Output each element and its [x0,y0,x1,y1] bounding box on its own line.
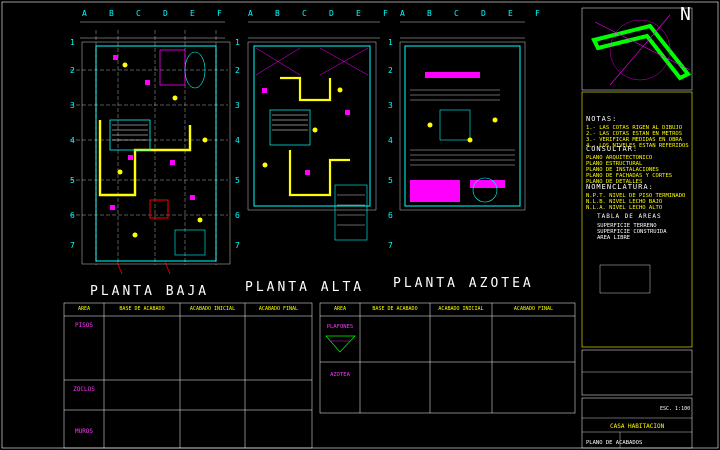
sheet-name: PLANO DE ACABADOS [586,440,643,446]
grid-number-bubble: 7 [235,241,240,250]
roof-plan-title: PLANTA AZOTEA [393,276,534,291]
grid-number-bubble: 7 [388,241,393,250]
ground-floor-plan [70,30,231,275]
grid-number-bubble: 6 [235,211,240,220]
grid-number-bubble: 2 [388,66,393,75]
notes-heading: NOTAS: [586,115,618,123]
grid-letter-bubble: B [275,9,280,18]
table-header-final: ACABADO FINAL [258,306,299,312]
grid-letter-bubble: B [109,9,114,18]
grid-letter-bubble: F [217,9,222,18]
table-header-area: AREA [77,306,91,312]
nomenclature-list: N.P.T. NIVEL DE PISO TERMINADO N.L.B. NI… [586,193,685,211]
roof-plan [399,41,526,211]
grid-letter-bubble: E [190,9,195,18]
grid-letter-bubble: C [136,9,141,18]
grid-letter-bubble: E [508,9,513,18]
upper-floor-title: PLANTA ALTA [245,280,365,295]
nomen-line: N.L.A. NIVEL LECHO ALTO [586,205,663,211]
table2-header-base: BASE DE ACABADO [372,306,418,312]
ground-floor-title: PLANTA BAJA [90,284,210,299]
consult-heading: CONSULTAR: [586,145,639,153]
consult-list: PLANO ARQUITECTONICO PLANO ESTRUCTURAL P… [586,155,672,185]
table2-header-area: AREA [333,306,347,312]
grid-number-bubble: 4 [388,136,393,145]
grid-number-bubble: 1 [235,38,240,47]
project-name: CASA HABITACION [610,423,665,430]
grid-number-bubble: 3 [388,101,393,110]
grid-letter-bubble: D [481,9,486,18]
grid-number-bubble: 1 [70,38,75,47]
area-line: AREA LIBRE [597,235,631,241]
grid-number-bubble: 2 [235,66,240,75]
row-area-azotea: AZOTEA [330,372,350,378]
row-area-muros: MUROS [74,428,94,435]
north-arrow [581,7,693,91]
grid-number-bubble: 6 [70,211,75,220]
grid-number-bubble: 5 [388,176,393,185]
grid-letter-bubble: D [329,9,334,18]
grid-letter-bubble: C [454,9,459,18]
grid-letter-bubble: F [383,9,388,18]
grid-number-bubble: 4 [235,136,240,145]
grid-number-bubble: 1 [388,38,393,47]
grid-number-bubble: 2 [70,66,75,75]
grid-number-bubble: 4 [70,136,75,145]
cad-drawing-canvas[interactable]: ABCDEFABCDEFABCDEF123456712345671234567 … [0,0,720,450]
grid-letter-bubble: A [248,9,253,18]
table2-header-final: ACABADO FINAL [513,306,554,312]
row-area-zoclos: ZOCLOS [73,386,95,393]
upper-floor-plan [247,41,377,241]
grid-letter-bubble: F [535,9,540,18]
table-header-base: BASE DE ACABADO [119,306,165,312]
north-label: N [680,4,691,25]
grid-letter-bubble: A [82,9,87,18]
grid-number-bubble: 5 [235,176,240,185]
grid-number-bubble: 3 [70,101,75,110]
nomenclature-heading: NOMENCLATURA: [586,183,654,191]
grid-number-bubble: 7 [70,241,75,250]
grid-number-bubble: 5 [70,176,75,185]
row-area-pisos: PISOS [74,322,94,329]
grid-letter-bubble: B [427,9,432,18]
row-area-plafones: PLAFONES [326,324,354,330]
table2-header-initial: ACABADO INICIAL [438,306,484,312]
grid-letter-bubble: E [356,9,361,18]
grid-number-bubble: 3 [235,101,240,110]
table-header-initial: ACABADO INICIAL [189,306,236,312]
areas-list: SUPERFICIE TERRENO SUPERFICIE CONSTRUIDA… [597,223,667,241]
areas-heading: TABLA DE AREAS [597,213,662,220]
grid-letter-bubble: D [163,9,168,18]
grid-letter-bubble: A [400,9,405,18]
drawing-scale: ESC. 1:100 [660,406,691,412]
grid-letter-bubble: C [302,9,307,18]
grid-number-bubble: 6 [388,211,393,220]
